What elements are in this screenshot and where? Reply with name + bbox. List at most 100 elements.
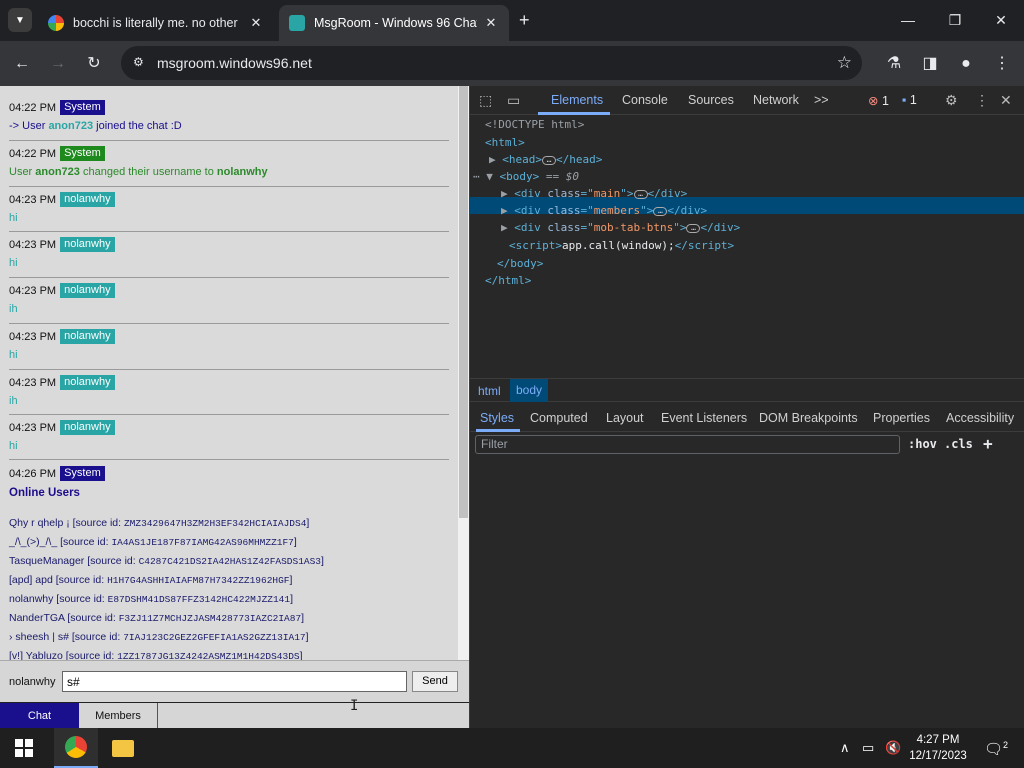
author-badge[interactable]: nolanwhy xyxy=(60,375,115,390)
add-rule-icon[interactable]: + xyxy=(983,434,993,453)
user-name: _/\_(>)_/\_ [source id: xyxy=(9,536,112,548)
device-toolbar-icon[interactable]: ▭ xyxy=(507,92,520,109)
expand-arrow-icon[interactable]: ▶ xyxy=(501,204,508,217)
new-tab-button[interactable]: + xyxy=(519,10,530,31)
chat-scrollbar-thumb[interactable] xyxy=(459,86,468,518)
styles-filter-input[interactable]: Filter xyxy=(475,435,900,454)
tab-sources[interactable]: Sources xyxy=(688,93,734,107)
msgroom-chat: 04:22 PM System -> User anon723 joined th… xyxy=(0,86,469,729)
clock[interactable]: 4:27 PM 12/17/2023 xyxy=(906,732,970,764)
close-window-button[interactable]: ✕ xyxy=(986,8,1016,32)
collapsed-ellipsis-icon[interactable]: … xyxy=(653,206,668,216)
author-badge[interactable]: nolanwhy xyxy=(60,329,115,344)
settings-gear-icon[interactable]: ⚙ xyxy=(945,92,958,109)
div-mob-tab-btns-node[interactable]: ▶ <div class="mob-tab-btns">… </div> xyxy=(501,221,740,234)
author-badge[interactable]: System xyxy=(60,100,105,115)
send-button[interactable]: Send xyxy=(412,671,458,692)
tab-elements[interactable]: Elements xyxy=(551,93,603,107)
tab-console[interactable]: Console xyxy=(622,93,668,107)
more-tabs-icon[interactable]: >> xyxy=(814,93,829,107)
inspect-element-icon[interactable]: ⬚ xyxy=(479,92,492,109)
div-main-node[interactable]: ▶ <div class="main">… </div> xyxy=(501,187,687,200)
bookmark-star-icon[interactable]: ☆ xyxy=(837,53,852,73)
back-icon[interactable]: ← xyxy=(10,52,34,76)
close-tab-icon[interactable]: ✕ xyxy=(483,15,499,31)
menu-kebab-icon[interactable]: ⋮ xyxy=(990,52,1014,76)
error-count[interactable]: ⊗ 1 xyxy=(868,93,889,108)
tab-search-icon[interactable]: ▼ xyxy=(8,8,32,32)
author-badge[interactable]: nolanwhy xyxy=(60,420,115,435)
forward-icon[interactable]: → xyxy=(46,52,70,76)
expand-arrow-icon[interactable]: ▶ xyxy=(501,221,508,234)
expand-arrow-icon[interactable]: ▶ xyxy=(489,153,496,166)
tab-accessibility[interactable]: Accessibility xyxy=(946,411,1014,425)
site-info-icon[interactable]: ⚙ xyxy=(133,55,149,71)
close-devtools-icon[interactable]: ✕ xyxy=(1000,92,1012,109)
tab-chat[interactable]: Chat xyxy=(0,703,79,729)
network-icon[interactable]: ▭ xyxy=(862,740,874,756)
head-node[interactable]: ▶ <head>… </head> xyxy=(489,153,602,166)
div-members-node[interactable]: ▶ <div class="members">… </div> xyxy=(501,204,707,217)
show-hidden-icons-chevron-icon[interactable]: ∧ xyxy=(840,740,850,756)
volume-muted-icon[interactable]: 🔇 xyxy=(885,740,901,756)
profile-icon[interactable]: ● xyxy=(954,52,978,76)
close-tab-icon[interactable]: ✕ xyxy=(248,15,264,31)
class-toggle[interactable]: .cls xyxy=(944,437,973,451)
collapsed-ellipsis-icon[interactable]: … xyxy=(542,155,556,165)
username-label[interactable]: nolanwhy xyxy=(9,676,55,688)
url-text[interactable]: msgroom.windows96.net xyxy=(157,55,312,71)
start-button[interactable] xyxy=(2,728,46,768)
tab-network[interactable]: Network xyxy=(753,93,799,107)
tab-computed[interactable]: Computed xyxy=(530,411,588,425)
devtools-menu-icon[interactable]: ⋮ xyxy=(975,92,989,109)
script-node[interactable]: <script>app.call(window);</script> xyxy=(509,239,734,252)
info-count[interactable]: ▪ 1 xyxy=(902,93,917,107)
author-badge[interactable]: nolanwhy xyxy=(60,237,115,252)
google-icon xyxy=(48,15,64,31)
tab-members[interactable]: Members xyxy=(79,703,158,729)
chrome-taskbar-app[interactable] xyxy=(54,728,98,768)
message-input[interactable] xyxy=(62,671,407,692)
file-explorer-taskbar-app[interactable] xyxy=(101,728,145,768)
labs-flask-icon[interactable]: ⚗ xyxy=(882,52,906,76)
address-bar[interactable]: ⚙ msgroom.windows96.net ☆ xyxy=(121,46,862,80)
tab-properties[interactable]: Properties xyxy=(873,411,930,425)
body-close[interactable]: </body> xyxy=(497,257,543,270)
reload-icon[interactable]: ↻ xyxy=(82,52,106,76)
username-link[interactable]: nolanwhy xyxy=(217,166,268,178)
tab-msgroom[interactable]: MsgRoom - Windows 96 Chat ✕ xyxy=(279,5,509,41)
tab-event-listeners[interactable]: Event Listeners xyxy=(661,411,747,425)
breadcrumb-html[interactable]: html xyxy=(478,384,501,398)
collapsed-ellipsis-icon[interactable]: … xyxy=(633,189,648,199)
side-panel-icon[interactable]: ◨ xyxy=(918,52,942,76)
script-content: app.call(window); xyxy=(561,239,675,252)
author-badge[interactable]: System xyxy=(60,466,105,481)
message-list[interactable]: 04:22 PM System -> User anon723 joined th… xyxy=(0,86,458,660)
doctype-node[interactable]: <!DOCTYPE html> xyxy=(485,118,584,131)
minimize-button[interactable]: — xyxy=(893,8,923,32)
collapse-arrow-icon[interactable]: ▼ xyxy=(486,170,493,183)
author-badge[interactable]: System xyxy=(60,146,105,161)
html-close[interactable]: </html> xyxy=(485,274,531,287)
maximize-button[interactable]: ❐ xyxy=(940,8,970,32)
notifications-icon[interactable]: 🗨2 xyxy=(984,740,1008,758)
tab-styles[interactable]: Styles xyxy=(480,411,514,425)
username-link[interactable]: anon723 xyxy=(35,166,80,178)
username-link[interactable]: anon723 xyxy=(48,120,93,132)
dom-tree[interactable]: <!DOCTYPE html> <html> ▶ <head>… </head> … xyxy=(470,115,1024,378)
collapsed-ellipsis-icon[interactable]: … xyxy=(686,223,701,233)
body-node[interactable]: ⋯ ▼ <body> == $0 xyxy=(473,170,579,183)
tab-dom-breakpoints[interactable]: DOM Breakpoints xyxy=(759,411,858,425)
expand-arrow-icon[interactable]: ▶ xyxy=(501,187,508,200)
tab-layout[interactable]: Layout xyxy=(606,411,644,425)
row-menu-icon[interactable]: ⋯ xyxy=(473,170,480,183)
hover-state-toggle[interactable]: :hov xyxy=(908,437,937,451)
html-node[interactable]: <html> xyxy=(485,136,525,149)
author-badge[interactable]: nolanwhy xyxy=(60,283,115,298)
tab-bocchi[interactable]: bocchi is literally me. no other ✕ xyxy=(38,5,274,41)
message: 04:22 PM System -> User anon723 joined th… xyxy=(9,100,449,141)
devtools-header: ⬚ ▭ Elements Console Sources Network >> … xyxy=(470,86,1024,115)
breadcrumb-body[interactable]: body xyxy=(510,379,549,402)
author-badge[interactable]: nolanwhy xyxy=(60,192,115,207)
styles-scrollbar[interactable] xyxy=(1011,432,1024,728)
